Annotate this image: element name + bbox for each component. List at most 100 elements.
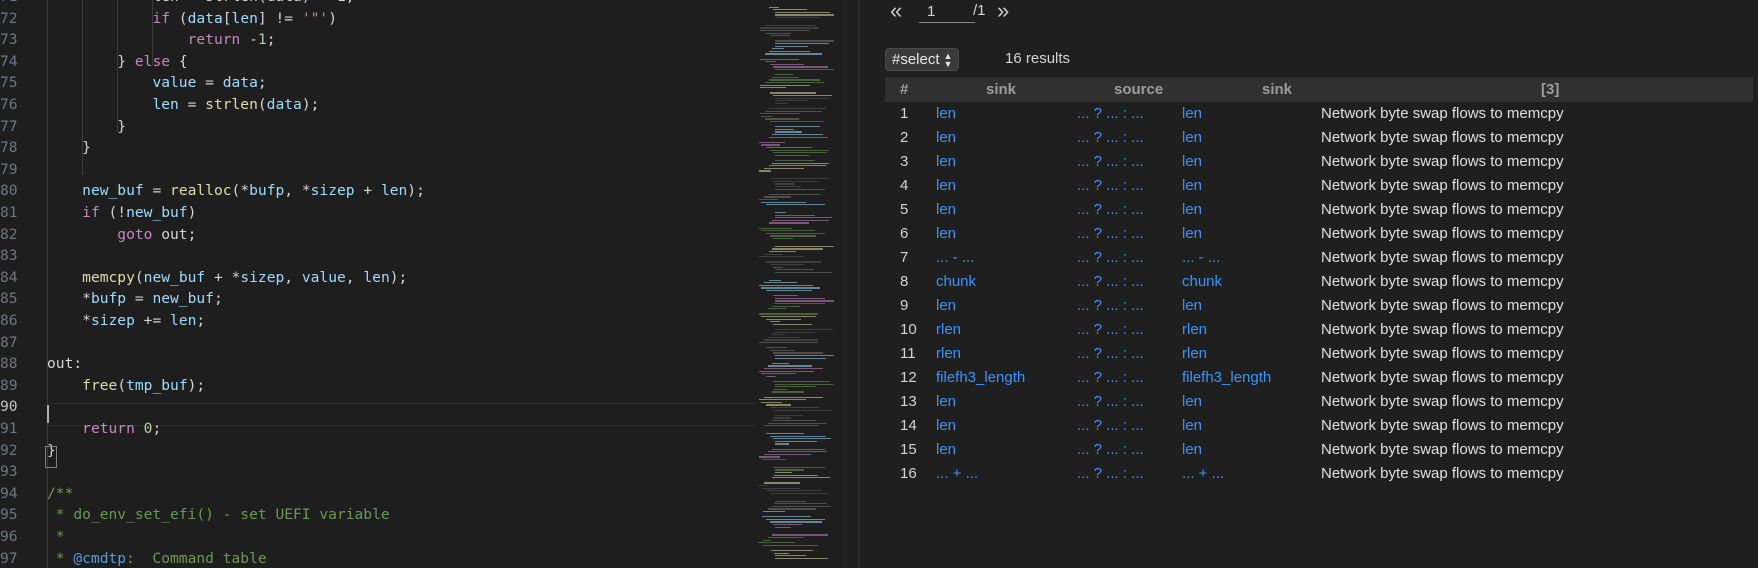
source-link[interactable]: ... ? ... : ...: [1077, 105, 1144, 122]
code-line[interactable]: 75 value = data;: [0, 72, 740, 94]
table-row[interactable]: 14 len ... ? ... : ... len Network byte swap…: [885, 414, 1753, 438]
table-row[interactable]: 9 len ... ? ... : ... len Network byte swap …: [885, 294, 1753, 318]
table-row[interactable]: 6 len ... ? ... : ... len Network byte swap …: [885, 222, 1753, 246]
sink-link[interactable]: len: [936, 441, 956, 458]
sink-link[interactable]: ... + ...: [936, 465, 978, 482]
code-line[interactable]: 95 * do_env_set_efi() - set UEFI variabl…: [0, 504, 740, 526]
column-header-source[interactable]: source: [1114, 81, 1163, 98]
source-link[interactable]: ... ? ... : ...: [1077, 249, 1144, 266]
table-row[interactable]: 16 ... + ... ... ? ... : ... ... + ... Netwo…: [885, 462, 1753, 486]
code-line[interactable]: 91 return 0;: [0, 418, 740, 440]
code-line[interactable]: 85 *bufp = new_buf;: [0, 288, 740, 310]
column-header-message[interactable]: [3]: [1541, 81, 1559, 98]
sink-link-2[interactable]: chunk: [1182, 273, 1222, 290]
sink-link[interactable]: len: [936, 153, 956, 170]
sink-link-2[interactable]: len: [1182, 393, 1202, 410]
source-link[interactable]: ... ? ... : ...: [1077, 273, 1144, 290]
source-link[interactable]: ... ? ... : ...: [1077, 297, 1144, 314]
table-row[interactable]: 10 rlen ... ? ... : ... rlen Network byte sw…: [885, 318, 1753, 342]
sink-link[interactable]: len: [936, 177, 956, 194]
source-link[interactable]: ... ? ... : ...: [1077, 225, 1144, 242]
source-link[interactable]: ... ? ... : ...: [1077, 369, 1144, 386]
table-row[interactable]: 12 filefh3_length ... ? ... : ... filefh3_l…: [885, 366, 1753, 390]
sink-link[interactable]: len: [936, 225, 956, 242]
code-line[interactable]: 89 free(tmp_buf);: [0, 375, 740, 397]
sink-link[interactable]: len: [936, 393, 956, 410]
table-row[interactable]: 5 len ... ? ... : ... len Network byte swap …: [885, 198, 1753, 222]
code-line[interactable]: 79: [0, 159, 740, 181]
code-line[interactable]: 82 goto out;: [0, 224, 740, 246]
code-line[interactable]: 78 }: [0, 137, 740, 159]
sink-link-2[interactable]: len: [1182, 297, 1202, 314]
code-line[interactable]: 86 *sizep += len;: [0, 310, 740, 332]
result-set-select[interactable]: #select ▲ ▼: [885, 48, 960, 71]
code-line[interactable]: 96 *: [0, 526, 740, 548]
table-row[interactable]: 13 len ... ? ... : ... len Network byte swap…: [885, 390, 1753, 414]
code-line[interactable]: 71 len = strlen(data) - 1;: [0, 0, 740, 8]
source-link[interactable]: ... ? ... : ...: [1077, 441, 1144, 458]
sink-link-2[interactable]: filefh3_length: [1182, 369, 1271, 386]
code-line[interactable]: 81 if (!new_buf): [0, 202, 740, 224]
code-line[interactable]: 90: [0, 396, 740, 418]
sink-link-2[interactable]: ... - ...: [1182, 249, 1220, 266]
code-line[interactable]: 72 if (data[len] != '"'): [0, 8, 740, 30]
sink-link-2[interactable]: len: [1182, 129, 1202, 146]
column-header-index[interactable]: #: [900, 81, 908, 98]
code-line[interactable]: 92}: [0, 440, 740, 462]
sink-link-2[interactable]: len: [1182, 105, 1202, 122]
source-link[interactable]: ... ? ... : ...: [1077, 129, 1144, 146]
sink-link-2[interactable]: len: [1182, 225, 1202, 242]
code-line[interactable]: 84 memcpy(new_buf + *sizep, value, len);: [0, 267, 740, 289]
code-line[interactable]: 76 len = strlen(data);: [0, 94, 740, 116]
sink-link[interactable]: filefh3_length: [936, 369, 1025, 386]
sink-link[interactable]: len: [936, 417, 956, 434]
table-row[interactable]: 2 len ... ? ... : ... len Network byte swap …: [885, 126, 1753, 150]
sink-link-2[interactable]: len: [1182, 153, 1202, 170]
next-page-button[interactable]: »: [997, 0, 1009, 22]
code-line[interactable]: 83: [0, 245, 740, 267]
sink-link-2[interactable]: len: [1182, 417, 1202, 434]
table-row[interactable]: 15 len ... ? ... : ... len Network byte swap…: [885, 438, 1753, 462]
column-header-sink-2[interactable]: sink: [1262, 81, 1292, 98]
page-number-input[interactable]: [919, 0, 975, 23]
source-link[interactable]: ... ? ... : ...: [1077, 177, 1144, 194]
source-link[interactable]: ... ? ... : ...: [1077, 321, 1144, 338]
source-link[interactable]: ... ? ... : ...: [1077, 201, 1144, 218]
table-row[interactable]: 8 chunk ... ? ... : ... chunk Network byte s…: [885, 270, 1753, 294]
code-line[interactable]: 87: [0, 332, 740, 354]
sink-link[interactable]: chunk: [936, 273, 976, 290]
sink-link[interactable]: ... - ...: [936, 249, 974, 266]
sink-link-2[interactable]: ... + ...: [1182, 465, 1224, 482]
table-row[interactable]: 11 rlen ... ? ... : ... rlen Network byte sw…: [885, 342, 1753, 366]
sink-link-2[interactable]: rlen: [1182, 345, 1207, 362]
code-line[interactable]: 97 * @cmdtp: Command table: [0, 548, 740, 568]
sink-link-2[interactable]: len: [1182, 441, 1202, 458]
sink-link-2[interactable]: rlen: [1182, 321, 1207, 338]
source-link[interactable]: ... ? ... : ...: [1077, 465, 1144, 482]
sink-link-2[interactable]: len: [1182, 201, 1202, 218]
table-row[interactable]: 7 ... - ... ... ? ... : ... ... - ... Networ…: [885, 246, 1753, 270]
table-row[interactable]: 1 len ... ? ... : ... len Network byte swap …: [885, 102, 1753, 126]
code-editor[interactable]: 71 len = strlen(data) - 1;72 if (data[le…: [0, 0, 758, 568]
sink-link[interactable]: rlen: [936, 321, 961, 338]
table-row[interactable]: 3 len ... ? ... : ... len Network byte swap …: [885, 150, 1753, 174]
minimap[interactable]: [756, 0, 844, 568]
column-header-sink[interactable]: sink: [986, 81, 1016, 98]
source-link[interactable]: ... ? ... : ...: [1077, 393, 1144, 410]
code-line[interactable]: 80 new_buf = realloc(*bufp, *sizep + len…: [0, 180, 740, 202]
sink-link[interactable]: len: [936, 105, 956, 122]
code-line[interactable]: 93: [0, 461, 740, 483]
code-line[interactable]: 94 /**: [0, 483, 740, 505]
source-link[interactable]: ... ? ... : ...: [1077, 153, 1144, 170]
source-link[interactable]: ... ? ... : ...: [1077, 417, 1144, 434]
code-line[interactable]: 73 return -1;: [0, 29, 740, 51]
previous-page-button[interactable]: «: [890, 0, 902, 22]
code-line[interactable]: 77 }: [0, 116, 740, 138]
sink-link[interactable]: len: [936, 201, 956, 218]
sink-link[interactable]: len: [936, 129, 956, 146]
sink-link-2[interactable]: len: [1182, 177, 1202, 194]
sink-link[interactable]: len: [936, 297, 956, 314]
code-line[interactable]: 88 out:: [0, 353, 740, 375]
sink-link[interactable]: rlen: [936, 345, 961, 362]
code-line[interactable]: 74 } else {: [0, 51, 740, 73]
